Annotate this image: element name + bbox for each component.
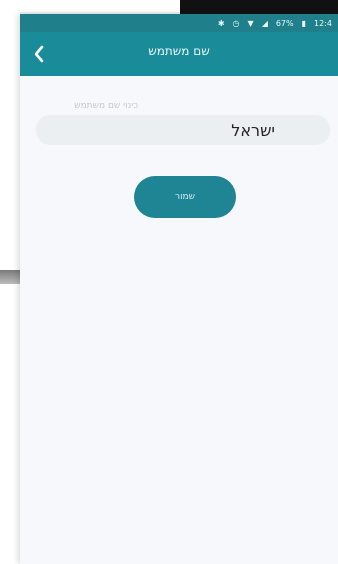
signal-icon: ◢ — [261, 18, 268, 28]
phone-screen: ✱ ◷ ▼ ◢ 67% ▮ 12:4 שם משתמש כינוי שם משת… — [20, 14, 338, 564]
field-label: כינוי שם משתמש — [74, 101, 138, 111]
bluetooth-icon: ✱ — [217, 18, 225, 28]
username-field[interactable] — [36, 115, 330, 145]
main-content: כינוי שם משתמש שמור — [20, 76, 338, 564]
battery-icon: ▮ — [301, 18, 307, 28]
status-bar: ✱ ◷ ▼ ◢ 67% ▮ 12:4 — [20, 14, 338, 32]
username-input[interactable] — [36, 120, 275, 140]
save-button[interactable]: שמור — [134, 176, 236, 218]
clock-time: 12:4 — [314, 18, 332, 28]
app-bar: שם משתמש — [20, 32, 338, 76]
background-shadow-bar — [0, 270, 20, 284]
page-title: שם משתמש — [148, 44, 210, 58]
alarm-icon: ◷ — [232, 18, 240, 28]
background-dark-corner — [180, 0, 338, 14]
wifi-icon: ▼ — [247, 18, 254, 28]
screen: ✱ ◷ ▼ ◢ 67% ▮ 12:4 שם משתמש כינוי שם משת… — [0, 0, 338, 564]
battery-percent: 67% — [275, 18, 294, 28]
